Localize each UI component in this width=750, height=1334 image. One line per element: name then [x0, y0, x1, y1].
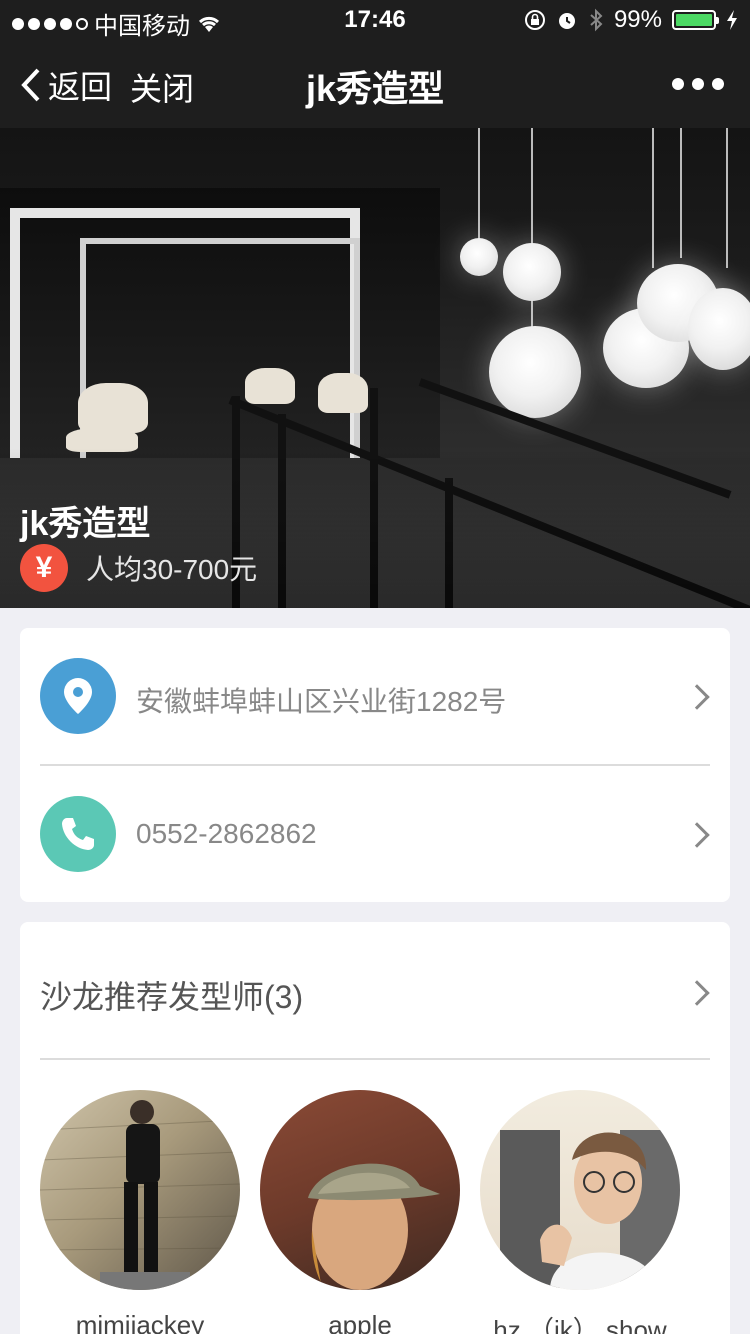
stylist-name[interactable]: apple — [260, 1310, 460, 1334]
avatar[interactable] — [260, 1090, 460, 1290]
phone-number: 0552-2862862 — [136, 818, 317, 849]
chevron-right-icon — [684, 684, 710, 710]
status-right: 99% — [524, 6, 738, 34]
phone-icon — [40, 796, 116, 872]
address-row[interactable]: 安徽蚌埠蚌山区兴业街1282号 — [20, 628, 730, 764]
photo-wire — [726, 128, 728, 268]
chevron-right-icon — [684, 822, 710, 848]
bluetooth-icon — [590, 8, 603, 32]
salon-name: jk秀造型 — [20, 505, 151, 543]
photo-chair — [245, 368, 295, 404]
photo-wire — [680, 128, 682, 258]
photo-lamp — [489, 326, 581, 418]
photo-lamp — [688, 288, 750, 370]
average-price: 人均30-700元 — [86, 554, 258, 585]
more-dots-icon[interactable] — [672, 78, 724, 90]
yen-icon: ¥ — [20, 544, 68, 592]
stylist-name[interactable]: hz （jk） show — [480, 1310, 680, 1334]
divider — [40, 1058, 710, 1060]
charging-icon — [727, 10, 737, 30]
stylists-heading[interactable]: 沙龙推荐发型师(3) — [40, 972, 303, 1018]
photo-lamp — [503, 243, 561, 301]
phone-row[interactable]: 0552-2862862 — [20, 766, 730, 902]
photo-chair — [318, 373, 368, 413]
photo-chair — [78, 383, 148, 433]
alarm-icon — [558, 13, 575, 29]
page-title: jk秀造型 — [305, 68, 445, 109]
photo-wire — [478, 128, 480, 248]
address-text: 安徽蚌埠蚌山区兴业街1282号 — [136, 686, 507, 717]
stylist-name[interactable]: mimijackey — [40, 1310, 240, 1334]
location-pin-icon — [40, 658, 116, 734]
avatar[interactable] — [480, 1090, 680, 1290]
stylists-card: 沙龙推荐发型师(3) mimijackey apple hz （jk） show — [20, 922, 730, 1334]
avatar[interactable] — [40, 1090, 240, 1290]
photo-lamp — [460, 238, 498, 276]
status-bar: 中国移动 17:46 99% — [0, 0, 750, 40]
chevron-right-icon[interactable] — [684, 980, 710, 1006]
rotation-lock-icon — [524, 10, 545, 30]
contact-card: 安徽蚌埠蚌山区兴业街1282号 0552-2862862 — [20, 628, 730, 902]
photo-wire — [652, 128, 654, 268]
salon-cover-photo: jk秀造型 ¥ 人均30-700元 — [0, 128, 750, 608]
battery-percent: 99% — [613, 6, 662, 33]
price-row: ¥ 人均30-700元 — [20, 544, 257, 592]
battery-icon — [672, 10, 719, 30]
nav-bar: 返回 关闭 jk秀造型 — [0, 40, 750, 128]
